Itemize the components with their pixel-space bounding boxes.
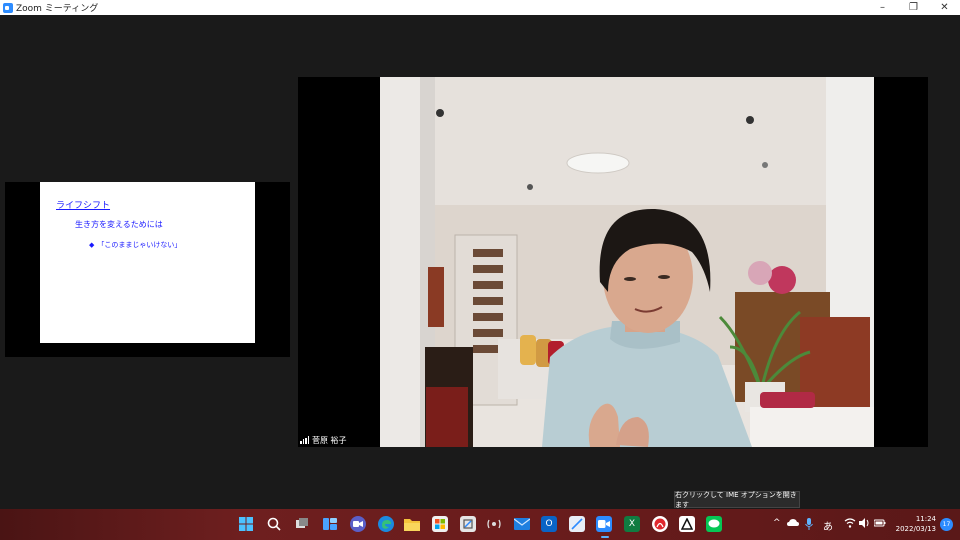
excel-icon[interactable]: X <box>624 516 640 532</box>
window-title: Zoom ミーティング <box>16 4 99 14</box>
participant-name-label: 菅原 裕子 <box>298 433 351 447</box>
taskbar-clock[interactable]: 11:24 2022/03/13 <box>896 514 936 534</box>
zoom-app-icon <box>3 2 13 13</box>
widgets-icon[interactable] <box>322 516 338 532</box>
teams-chat-icon[interactable] <box>350 516 366 532</box>
taskbar: O X ^ あ 11:24 2022/03/13 17 <box>0 509 960 540</box>
mail-icon[interactable] <box>514 516 530 532</box>
zoom-taskbar-icon[interactable] <box>596 516 612 532</box>
minimize-button[interactable]: – <box>867 0 898 15</box>
windows-start-icon[interactable] <box>238 516 254 532</box>
slide-bullet-text: 「このままじゃいけない」 <box>97 241 182 249</box>
presentation-slide: ライフシフト 生き方を変えるためには ◆ 「このままじゃいけない」 <box>40 182 255 343</box>
signal-strength-icon <box>300 436 309 444</box>
title-bar: Zoom ミーティング – ❐ ✕ <box>0 0 960 15</box>
diamond-bullet-icon: ◆ <box>89 241 95 249</box>
participant-video-tile[interactable]: 菅原 裕子 <box>298 77 928 447</box>
whiteboard-icon[interactable] <box>569 516 585 532</box>
outlook-icon[interactable]: O <box>541 516 557 532</box>
participant-video-image <box>380 77 874 447</box>
edge-browser-icon[interactable] <box>378 516 394 532</box>
battery-icon[interactable] <box>873 518 886 531</box>
window-controls: – ❐ ✕ <box>867 0 960 15</box>
ime-tooltip: 右クリックして IME オプションを開きます <box>674 491 800 509</box>
restore-button[interactable]: ❐ <box>898 0 929 15</box>
acrobat-icon[interactable] <box>652 516 668 532</box>
close-button[interactable]: ✕ <box>929 0 960 15</box>
participant-video <box>380 77 874 447</box>
slide-bullet: ◆ 「このままじゃいけない」 <box>89 240 181 250</box>
tray-overflow-icon[interactable]: ^ <box>773 518 781 528</box>
clock-date: 2022/03/13 <box>895 525 936 533</box>
notification-badge[interactable]: 17 <box>940 518 953 531</box>
wifi-icon[interactable] <box>844 518 856 531</box>
slide-title: ライフシフト <box>56 201 111 211</box>
microphone-icon[interactable] <box>805 518 813 533</box>
search-icon[interactable] <box>266 516 282 532</box>
zoom-active-indicator <box>601 536 609 538</box>
klack-app-icon[interactable] <box>679 516 695 532</box>
file-explorer-icon[interactable] <box>404 516 420 532</box>
shared-screen-panel[interactable]: ライフシフト 生き方を変えるためには ◆ 「このままじゃいけない」 <box>5 182 290 357</box>
volume-icon[interactable] <box>859 518 871 531</box>
podcast-icon[interactable] <box>486 516 502 532</box>
onedrive-icon[interactable] <box>787 518 799 529</box>
meeting-area: ライフシフト 生き方を変えるためには ◆ 「このままじゃいけない」 菅原 裕子 <box>0 15 960 509</box>
snipping-tool-icon[interactable] <box>460 516 476 532</box>
participant-name: 菅原 裕子 <box>312 435 347 445</box>
clock-time: 11:24 <box>915 515 936 523</box>
task-view-icon[interactable] <box>294 516 310 532</box>
ime-mode-indicator[interactable]: あ <box>823 518 833 533</box>
microsoft-store-icon[interactable] <box>432 516 448 532</box>
slide-subtitle: 生き方を変えるためには <box>75 220 163 229</box>
line-app-icon[interactable] <box>706 516 722 532</box>
